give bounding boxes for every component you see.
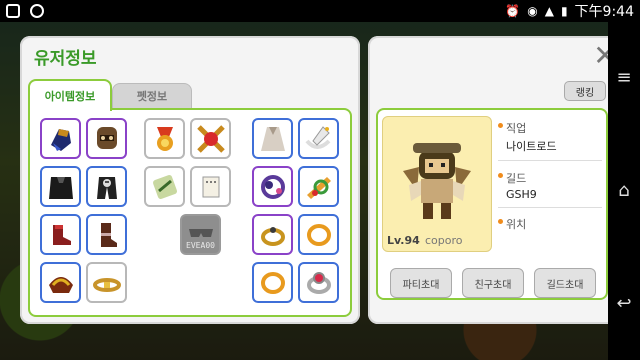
status-bar: ⏰ ◉ ▲ ▮ 下午9:44 (0, 0, 640, 22)
equip-slot-pants[interactable] (86, 166, 127, 207)
home-icon[interactable]: ⌂ (618, 181, 629, 200)
back-icon[interactable]: ↩ (616, 294, 631, 313)
equip-slot-gloves[interactable] (40, 118, 81, 159)
equip-slot-locked: EVEA00 (180, 214, 221, 255)
user-info-title: 유저정보 (34, 49, 97, 69)
status-clock: 下午9:44 (574, 4, 634, 20)
equip-slot-ring-2[interactable] (252, 262, 293, 303)
info-guild-label: 길드 (498, 170, 602, 186)
ranking-button[interactable]: 랭킹 (564, 81, 606, 101)
info-location: 위치 (498, 216, 602, 234)
friend-invite-button[interactable]: 친구초대 (462, 268, 524, 298)
battery-icon: ▮ (560, 4, 568, 18)
party-invite-button[interactable]: 파티초대 (390, 268, 452, 298)
equip-slot-shoes[interactable] (40, 214, 81, 255)
equip-slot-pocket[interactable] (144, 166, 185, 207)
equip-slot-cape[interactable] (40, 166, 81, 207)
info-job-label: 직업 (498, 120, 602, 136)
alarm-icon: ⏰ (505, 4, 521, 18)
equip-slot-badge[interactable] (190, 118, 231, 159)
wifi-icon: ◉ (527, 4, 538, 18)
info-location-label: 위치 (498, 216, 602, 232)
notification-icon (6, 4, 20, 18)
equip-slot-ring-3[interactable] (298, 214, 339, 255)
tab-item-info[interactable]: 아이템정보 (28, 79, 112, 111)
character-level: Lv.94 (387, 234, 420, 247)
equipment-grid: EVEA00 (28, 108, 352, 317)
equip-slot-boots[interactable] (86, 214, 127, 255)
info-guild: 길드 GSH9 (498, 170, 602, 208)
character-panel: ✕ 랭킹 Lv.94 coporo 직업 나이트로드 길드 GSH9 위치 파티… (368, 36, 617, 324)
camera-icon (30, 4, 44, 18)
equip-slot-helmet[interactable] (86, 118, 127, 159)
character-sprite (403, 143, 471, 219)
user-info-panel: 유저정보 아이템정보 펫정보 EVEA00 (20, 36, 360, 324)
info-guild-value: GSH9 (506, 188, 537, 201)
equip-slot-ring-1[interactable] (252, 214, 293, 255)
equip-slot-android[interactable] (190, 166, 231, 207)
tab-pet-info[interactable]: 펫정보 (112, 83, 192, 108)
equip-slot-shoulder[interactable] (40, 262, 81, 303)
guild-invite-button[interactable]: 길드초대 (534, 268, 596, 298)
equip-slot-pendant[interactable] (252, 166, 293, 207)
info-job: 직업 나이트로드 (498, 120, 602, 161)
equip-slot-belt[interactable] (86, 262, 127, 303)
character-avatar: Lv.94 coporo (382, 116, 492, 252)
equip-slot-secondary[interactable] (298, 166, 339, 207)
menu-icon[interactable]: ≡ (616, 69, 631, 87)
android-nav-bar: ≡ ⌂ ↩ (608, 22, 640, 360)
equip-slot-weapon[interactable] (298, 118, 339, 159)
equip-slot-medal[interactable] (144, 118, 185, 159)
equip-slot-overall[interactable] (252, 118, 293, 159)
info-job-value: 나이트로드 (506, 140, 557, 153)
character-name: coporo (425, 234, 463, 247)
equip-slot-ring-4[interactable] (298, 262, 339, 303)
signal-icon: ▲ (544, 4, 554, 18)
